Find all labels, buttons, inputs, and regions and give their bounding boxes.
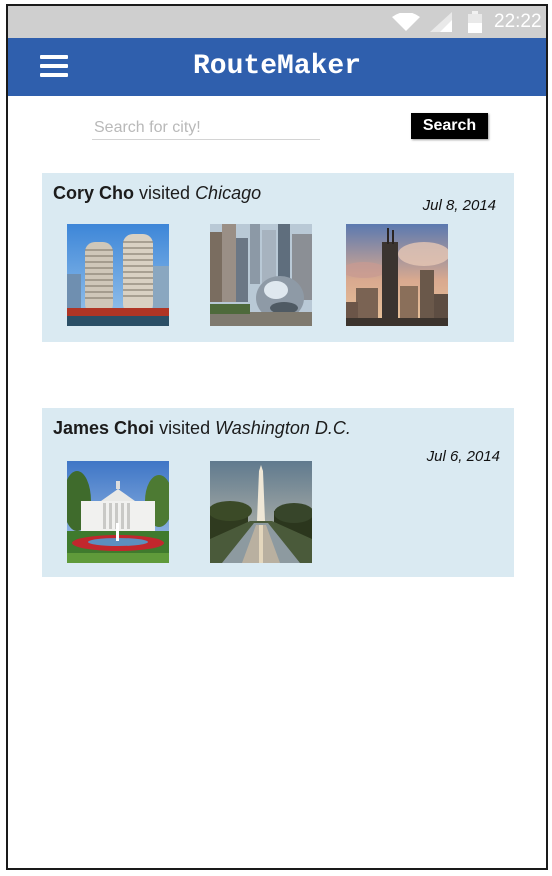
photo-cloud-gate-bean[interactable] [210,224,312,326]
visit-user-name[interactable]: James Choi [53,418,154,438]
visit-card[interactable]: Cory Cho visited Chicago Jul 8, 2014 [42,173,514,342]
visit-headline: James Choi visited Washington D.C. [53,417,351,439]
search-button[interactable]: Search [411,113,488,139]
clock-time: 22:22 [494,11,542,32]
visit-city[interactable]: Washington D.C. [215,418,351,438]
visit-verb: visited [139,183,191,203]
visit-city[interactable]: Chicago [195,183,261,203]
city-search-input[interactable] [92,116,320,140]
photo-marina-city-towers[interactable] [67,224,169,326]
status-bar: 22:22 [8,6,546,38]
visit-date: Jul 6, 2014 [426,448,500,465]
app-title: RouteMaker [192,51,362,82]
visit-date: Jul 8, 2014 [422,197,496,214]
visit-verb: visited [159,418,211,438]
visit-card[interactable]: James Choi visited Washington D.C. Jul 6… [42,408,514,577]
cell-signal-icon [430,12,452,32]
app-bar: RouteMaker [8,38,546,96]
photo-washington-monument[interactable] [210,461,312,563]
wifi-icon [392,13,420,31]
photo-white-house[interactable] [67,461,169,563]
battery-icon [468,11,482,33]
visit-headline: Cory Cho visited Chicago [53,182,261,204]
photo-willis-tower-skyline[interactable] [346,224,448,326]
visit-user-name[interactable]: Cory Cho [53,183,134,203]
phone-frame: 22:22 RouteMaker Search Cory Cho visited… [6,4,548,870]
